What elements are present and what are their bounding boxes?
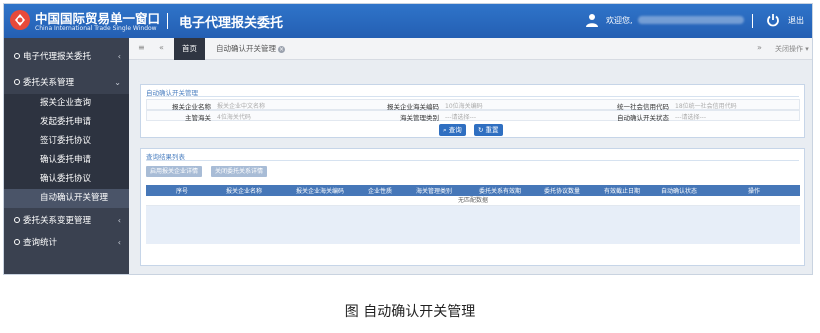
column-header: 自动确认状态 [661,188,698,195]
sidebar-item-confirm-agreement[interactable]: 确认委托协议 [4,170,129,189]
table-header: 序号 报关企业名称 报关企业海关编码 企业性质 海关管理类别 委托关系有效期 委… [146,185,800,196]
refresh-icon: ↻ [478,126,484,134]
sidebar-item-auto-confirm[interactable]: 自动确认开关管理 [4,189,129,208]
panel-divider [146,160,799,161]
sidebar-item-confirm-apply[interactable]: 确认委托申请 [4,151,129,170]
customs-code-input[interactable]: 10位海关编码 [445,101,483,110]
menu-toggle-icon[interactable]: ≡ [138,43,145,52]
power-icon[interactable] [766,13,780,27]
sidebar-group-change[interactable]: 委托关系变更管理 ‹ [4,210,129,232]
reset-label: 重置 [485,126,499,134]
header-divider [752,14,753,28]
auto-confirm-status-select[interactable]: ---请选择--- [675,112,706,121]
app-title: 电子代理报关委托 [179,16,284,31]
sidebar-item-query[interactable]: 报关企业查询 [4,94,129,113]
tab-home[interactable]: 首页 [174,38,205,60]
panel-divider [146,96,799,97]
column-header: 委托协议数量 [544,188,581,195]
sidebar-item-sign[interactable]: 签订委托协议 [4,132,129,151]
column-header: 报关企业名称 [226,188,263,195]
chevron-left-icon: ‹ [117,52,121,61]
sidebar-item-apply[interactable]: 发起委托申请 [4,113,129,132]
field-label: 自动确认开关状态 [617,114,669,122]
menu-dot-icon [14,217,20,223]
tabs-next-icon[interactable]: » [757,43,762,52]
tab-label: 自动确认开关管理 [216,44,276,53]
column-header: 报关企业海关编码 [296,188,345,195]
query-button[interactable]: ⌕ 查询 [439,124,466,136]
sidebar-group-relation[interactable]: 委托关系管理 ⌄ [4,72,129,94]
tabs-prev-icon[interactable]: « [159,43,164,52]
close-icon[interactable]: × [278,46,285,53]
results-panel: 查询结果列表 启用报关企业详情 关闭委托关系详情 序号 报关企业名称 报关企业海… [140,148,805,266]
sidebar-top-item[interactable]: 电子代理报关委托 ‹ [4,46,129,68]
user-name-redacted [638,16,744,24]
column-header: 委托关系有效期 [479,188,522,195]
table-body [146,206,800,244]
sidebar-group-stats[interactable]: 查询统计 ‹ [4,232,129,254]
form-row-1: 报关企业名称 报关企业中文名称 报关企业海关编码 10位海关编码 统一社会信用代… [146,99,800,111]
sidebar-item-label: 委托关系变更管理 [23,216,92,226]
search-panel: 自动确认开关管理 报关企业名称 报关企业中文名称 报关企业海关编码 10位海关编… [140,84,805,138]
customs-input[interactable]: 4位海关代码 [217,112,251,121]
sidebar-item-label: 电子代理报关委托 [23,52,92,62]
welcome-text: 欢迎您, [606,16,633,25]
company-name-input[interactable]: 报关企业中文名称 [217,101,265,110]
column-header: 序号 [176,188,189,195]
column-header: 有效截止日期 [604,188,641,195]
menu-dot-icon [14,53,20,59]
form-row-2: 主管海关 4位海关代码 海关管理类别 ---请选择--- 自动确认开关状态 --… [146,110,800,122]
top-header: 中国国际贸易单一窗口 China International Trade Sin… [4,4,812,38]
app-screenshot: 中国国际贸易单一窗口 China International Trade Sin… [3,3,813,275]
single-window-logo [10,10,30,30]
brand-name-en: China International Trade Single Window [35,25,157,32]
reset-button[interactable]: ↻ 重置 [474,124,503,136]
column-header: 操作 [748,188,761,195]
sidebar: 电子代理报关委托 ‹ 委托关系管理 ⌄ 报关企业查询 发起委托申请 签订委托协议… [4,38,129,274]
figure-caption: 图 自动确认开关管理 [344,304,476,320]
sidebar-item-label: 查询统计 [23,238,58,248]
logout-link[interactable]: 退出 [788,15,804,26]
column-header: 海关管理类别 [416,188,453,195]
chevron-left-icon: ‹ [117,216,121,225]
close-ops-label: 关闭操作 [775,45,803,53]
query-label: 查询 [448,126,462,134]
empty-table-message: 无匹配数据 [146,196,800,206]
menu-dot-icon [14,79,20,85]
chevron-left-icon: ‹ [117,238,121,247]
tab-bar: ≡ « 首页 自动确认开关管理 × » 关闭操作 ▾ [129,38,812,60]
column-header: 企业性质 [368,188,393,195]
field-label: 海关管理类别 [400,114,439,122]
tab-auto-confirm[interactable]: 自动确认开关管理 × [208,38,293,60]
chevron-down-icon: ⌄ [114,78,121,87]
user-icon[interactable] [585,13,599,27]
field-label: 主管海关 [185,114,211,122]
enable-detail-button[interactable]: 启用报关企业详情 [146,166,203,177]
sidebar-item-label: 委托关系管理 [23,78,75,88]
customs-category-select[interactable]: ---请选择--- [445,112,476,121]
search-icon: ⌕ [443,126,447,134]
close-operations-dropdown[interactable]: 关闭操作 ▾ [775,44,809,54]
main-content: 自动确认开关管理 报关企业名称 报关企业中文名称 报关企业海关编码 10位海关编… [129,60,812,274]
credit-code-input[interactable]: 18位统一社会信用代码 [675,101,737,110]
menu-dot-icon [14,239,20,245]
header-divider [167,13,168,29]
close-detail-button[interactable]: 关闭委托关系详情 [211,166,268,177]
